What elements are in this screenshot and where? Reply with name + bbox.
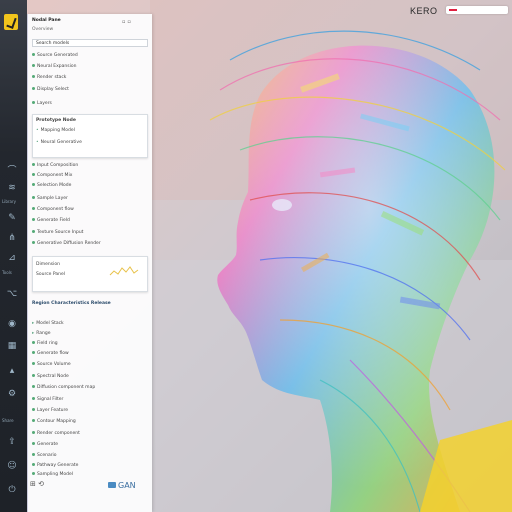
list-item[interactable]: Pathway Generate	[32, 462, 148, 469]
brand-logo: KERO	[410, 6, 438, 16]
list-item[interactable]: Render component	[32, 430, 148, 437]
list-item[interactable]: Signal Filter	[32, 396, 148, 403]
brush-icon[interactable]: ✎	[5, 212, 19, 224]
list-item[interactable]: Spectral Node	[32, 373, 148, 380]
list-item[interactable]: Sampling Model	[32, 471, 148, 478]
list-item[interactable]: Scenario	[32, 452, 148, 459]
export-icon[interactable]: ⇪	[5, 436, 19, 448]
window-controls[interactable]: ▫▫	[122, 19, 133, 25]
gan-button[interactable]: GAN	[118, 481, 136, 490]
chart-icon[interactable]: ▴	[5, 365, 19, 377]
activity-bar: ⌒ ≋ Library ✎ ⋔ ⊿ Tools ⌥ ◉ ▦ ▴ ⚙ Share …	[0, 0, 27, 512]
activity-label-library: Library	[2, 199, 16, 204]
status-bar-indicator	[449, 9, 457, 11]
footer-icons[interactable]: ⊞ ⟲	[30, 480, 44, 488]
list-item[interactable]: Contour Mapping	[32, 418, 148, 425]
list-item[interactable]: Component flow	[32, 206, 148, 213]
top-toolbar[interactable]	[446, 6, 508, 14]
card-title: Prototype Node	[36, 118, 76, 123]
thumbnail-sparkline	[109, 266, 139, 276]
activity-label-tools: Tools	[2, 270, 12, 275]
list-item[interactable]: Input Composition	[32, 162, 148, 169]
list-item[interactable]: Generate Field	[32, 217, 148, 224]
list-item[interactable]: Render stack	[32, 74, 148, 81]
list-item[interactable]: Source Volume	[32, 361, 148, 368]
list-item[interactable]: Neural Expansion	[32, 63, 148, 70]
card-item: • Neural Generative	[36, 140, 82, 145]
power-icon[interactable]: ⏻	[5, 484, 19, 496]
list-item[interactable]: ▸ Range	[32, 330, 148, 337]
list-item[interactable]: Generate	[32, 441, 148, 448]
list-item[interactable]: Generate flow	[32, 350, 148, 357]
list-item[interactable]: Layers	[32, 100, 148, 107]
side-panel: Nodal Pane Overview Search models Source…	[27, 14, 152, 512]
section-header: Region Characteristics Release	[32, 301, 111, 306]
list-item[interactable]: Diffusion component map	[32, 384, 148, 391]
wave-icon[interactable]: ⌒	[5, 165, 19, 177]
layers-icon[interactable]: ≋	[5, 182, 19, 194]
node-card[interactable]: Prototype Node • Mapping Model • Neural Ge…	[32, 114, 148, 158]
search-input[interactable]: Search models	[32, 39, 148, 47]
activity-label-share: Share	[2, 418, 14, 423]
app-logo-icon[interactable]	[4, 14, 18, 30]
eye-icon[interactable]: ◉	[5, 318, 19, 330]
list-item[interactable]: Field ring	[32, 340, 148, 347]
gan-icon	[108, 482, 116, 488]
list-item[interactable]: Layer Feature	[32, 407, 148, 414]
list-item[interactable]: Texture Source Input	[32, 229, 148, 236]
list-item[interactable]: Source Generated	[32, 52, 148, 59]
list-item[interactable]: Component Mix	[32, 172, 148, 179]
settings-icon[interactable]: ⚙	[5, 388, 19, 400]
list-item[interactable]: Sample Layer	[32, 195, 148, 202]
list-item[interactable]: Display Select	[32, 86, 148, 93]
list-item[interactable]: Selection Mode	[32, 182, 148, 189]
list-item[interactable]: Generative Diffusion Render	[32, 240, 148, 247]
panel-subtitle: Overview	[32, 27, 54, 32]
preview-card[interactable]: Dimension Source Panel	[32, 256, 148, 292]
list-item[interactable]: ▸ Model Stack	[32, 320, 148, 327]
branch-icon[interactable]: ⌥	[5, 288, 19, 300]
card-item: • Mapping Model	[36, 128, 75, 133]
user-icon[interactable]: ☺	[5, 460, 19, 472]
node-icon[interactable]: ⋔	[5, 232, 19, 244]
filter-icon[interactable]: ⊿	[5, 252, 19, 264]
grid-icon[interactable]: ▦	[5, 340, 19, 352]
